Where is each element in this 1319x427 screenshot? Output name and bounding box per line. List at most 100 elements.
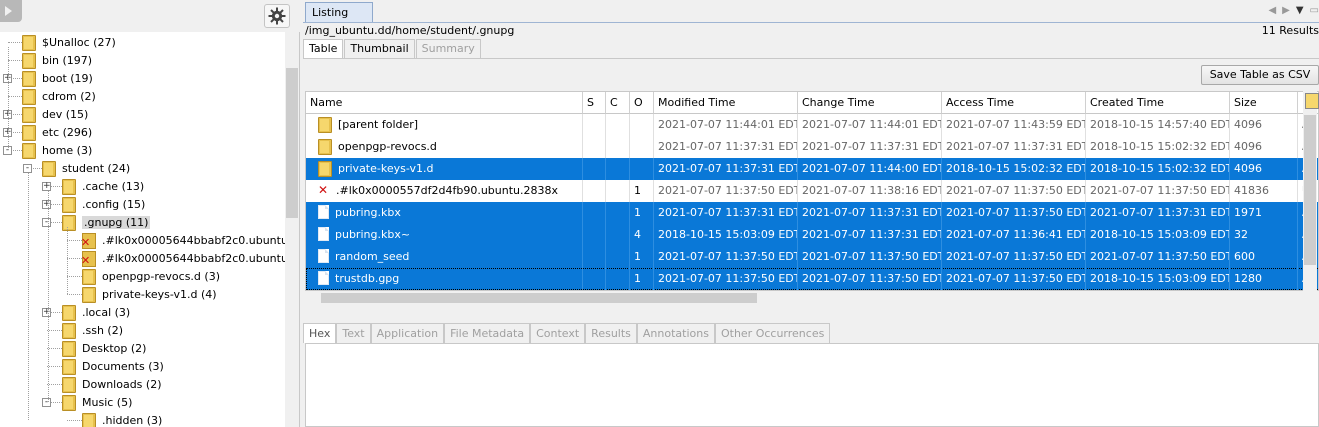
tree-connector	[8, 96, 22, 97]
collapse-icon[interactable]: -	[42, 218, 51, 227]
tree-item[interactable]: .cache (13)	[62, 177, 144, 195]
table-hscrollbar[interactable]	[305, 291, 1305, 305]
tab-results[interactable]: Results	[585, 323, 637, 343]
table-row[interactable]: [parent folder] 2021-07-07 11:44:01 EDT 20…	[306, 114, 1318, 136]
tree-item[interactable]: etc (296)	[22, 123, 92, 141]
tab-annotations[interactable]: Annotations	[636, 323, 715, 343]
column-header[interactable]: Change Time	[798, 92, 942, 114]
tree-item[interactable]: Music (5)	[62, 393, 132, 411]
expand-icon[interactable]: +	[42, 182, 51, 191]
tab-context[interactable]: Context	[530, 323, 586, 343]
table-cell: 2021-07-07 11:37:50 EDT	[942, 202, 1086, 224]
table-panel: Save Table as CSV Name S C O Modified Time Ch…	[303, 58, 1319, 310]
table-cell: 2021-07-07 11:37:50 EDT	[654, 180, 798, 202]
tab-listing[interactable]: Listing	[305, 2, 373, 23]
folder-icon	[62, 376, 76, 393]
file-icon	[318, 227, 329, 241]
tab-application[interactable]: Application	[370, 323, 445, 343]
column-header[interactable]: Access Time	[942, 92, 1086, 114]
tree-item[interactable]: openpgp-revocs.d (3)	[82, 267, 220, 285]
table-cell: 2021-07-07 11:36:41 EDT	[942, 224, 1086, 246]
table-row[interactable]: ✕ .#lk0x0000557df2d4fb90.ubuntu.2838x 1 202…	[306, 180, 1318, 202]
tree-item[interactable]: boot (19)	[22, 69, 93, 87]
column-header[interactable]: Name	[306, 92, 583, 114]
column-header[interactable]: S	[583, 92, 606, 114]
path-bar: /img_ubuntu.dd/home/student/.gnupg 11 Re…	[303, 22, 1319, 38]
tree-item[interactable]: .#lk0x00005644bbabf2c0.ubuntu.284	[81, 249, 285, 267]
column-chooser-icon[interactable]	[1305, 93, 1319, 109]
tree-item[interactable]: .ssh (2)	[62, 321, 123, 339]
back-button[interactable]	[0, 0, 22, 22]
tree-item[interactable]: .config (15)	[62, 195, 145, 213]
table-cell: 2021-07-07 11:37:50 EDT	[798, 268, 942, 290]
expand-icon[interactable]: +	[42, 308, 51, 317]
settings-button[interactable]	[264, 4, 290, 28]
tab-file-metadata[interactable]: File Metadata	[444, 323, 531, 343]
table-cell: 1280	[1230, 268, 1298, 290]
folder-icon	[82, 268, 96, 285]
chevron-right-icon[interactable]: ▶	[1282, 5, 1290, 16]
table-cell: 2021-07-07 11:44:00 EDT	[798, 158, 942, 180]
table-row[interactable]: pubring.kbx 1 2021-07-07 11:37:31 EDT 2021-…	[306, 202, 1318, 224]
tree-item[interactable]: bin (197)	[22, 51, 92, 69]
tree-item[interactable]: .#lk0x00005644bbabf2c0.ubuntu.284	[81, 231, 285, 249]
tab-text[interactable]: Text	[336, 323, 371, 343]
tree-scrollbar[interactable]	[285, 32, 299, 427]
chevron-down-icon[interactable]: ▼	[1296, 5, 1304, 16]
folder-icon	[62, 304, 76, 321]
column-header[interactable]: O	[630, 92, 654, 114]
tab-summary[interactable]: Summary	[415, 39, 481, 58]
table-cell: 2021-07-07 11:37:50 EDT	[942, 268, 1086, 290]
table-cell: 2018-10-15 15:02:32 EDT	[942, 158, 1086, 180]
column-header[interactable]: Modified Time	[654, 92, 798, 114]
table-cell	[583, 268, 606, 290]
tree-item[interactable]: Desktop (2)	[62, 339, 146, 357]
scroll-thumb[interactable]	[321, 293, 757, 303]
chevron-left-icon[interactable]: ◀	[1268, 5, 1276, 16]
table-cell: 2021-07-07 11:37:50 EDT	[1086, 246, 1230, 268]
tab-thumbnail[interactable]: Thumbnail	[344, 39, 415, 58]
tab-hex[interactable]: Hex	[303, 323, 337, 343]
tree-item[interactable]: Downloads (2)	[62, 375, 162, 393]
table-row[interactable]: pubring.kbx~ 4 2018-10-15 15:03:09 EDT 2021…	[306, 224, 1318, 246]
table-cell: 4096	[1230, 136, 1298, 158]
tree-item[interactable]: Documents (3)	[62, 357, 164, 375]
table-cell: 32	[1230, 224, 1298, 246]
scroll-thumb[interactable]	[1304, 115, 1316, 265]
file-table[interactable]: Name S C O Modified Time Change Time Access Ti…	[305, 91, 1319, 291]
tab-table[interactable]: Table	[303, 39, 344, 58]
tree-item[interactable]: private-keys-v1.d (4)	[82, 285, 217, 303]
table-cell	[583, 246, 606, 268]
expand-icon[interactable]: +	[42, 200, 51, 209]
file-name: random_seed	[335, 249, 410, 263]
table-row[interactable]: openpgp-revocs.d 2021-07-07 11:37:31 EDT 2…	[306, 136, 1318, 158]
scroll-thumb[interactable]	[286, 68, 298, 218]
folder-icon	[62, 340, 76, 357]
tree-item[interactable]: dev (15)	[22, 105, 88, 123]
collapse-icon[interactable]: -	[42, 398, 51, 407]
table-cell: 2021-07-07 11:37:50 EDT	[942, 180, 1086, 202]
table-cell: 2021-07-07 11:37:31 EDT	[654, 136, 798, 158]
directory-tree[interactable]: $Unalloc (27) bin (197) boot (19) + cdrom (2…	[0, 32, 285, 427]
save-csv-button[interactable]: Save Table as CSV	[1201, 65, 1319, 85]
column-header[interactable]: Created Time	[1086, 92, 1230, 114]
tree-item[interactable]: home (3)	[22, 141, 92, 159]
maximize-icon[interactable]: ▭	[1310, 5, 1319, 16]
column-header[interactable]: C	[606, 92, 630, 114]
tree-item[interactable]: .local (3)	[62, 303, 130, 321]
table-row[interactable]: trustdb.gpg 1 2021-07-07 11:37:50 EDT 2021-…	[306, 268, 1318, 290]
table-row[interactable]: private-keys-v1.d 2021-07-07 11:37:31 EDT…	[306, 158, 1318, 180]
column-header[interactable]: Size	[1230, 92, 1298, 114]
tab-other-occurrences[interactable]: Other Occurrences	[714, 323, 831, 343]
tree-item[interactable]: cdrom (2)	[22, 87, 96, 105]
table-vscrollbar[interactable]	[1303, 91, 1317, 291]
gear-icon	[268, 7, 286, 25]
tree-item[interactable]: student (24)	[42, 159, 130, 177]
tree-item[interactable]: $Unalloc (27)	[22, 33, 116, 51]
tree-item[interactable]: .gnupg (11)	[62, 213, 151, 231]
tree-item[interactable]: .hidden (3)	[82, 411, 162, 427]
collapse-icon[interactable]: -	[23, 164, 32, 173]
table-cell	[606, 224, 630, 246]
table-row[interactable]: random_seed 1 2021-07-07 11:37:50 EDT 2021-…	[306, 246, 1318, 268]
folder-icon	[22, 52, 36, 69]
